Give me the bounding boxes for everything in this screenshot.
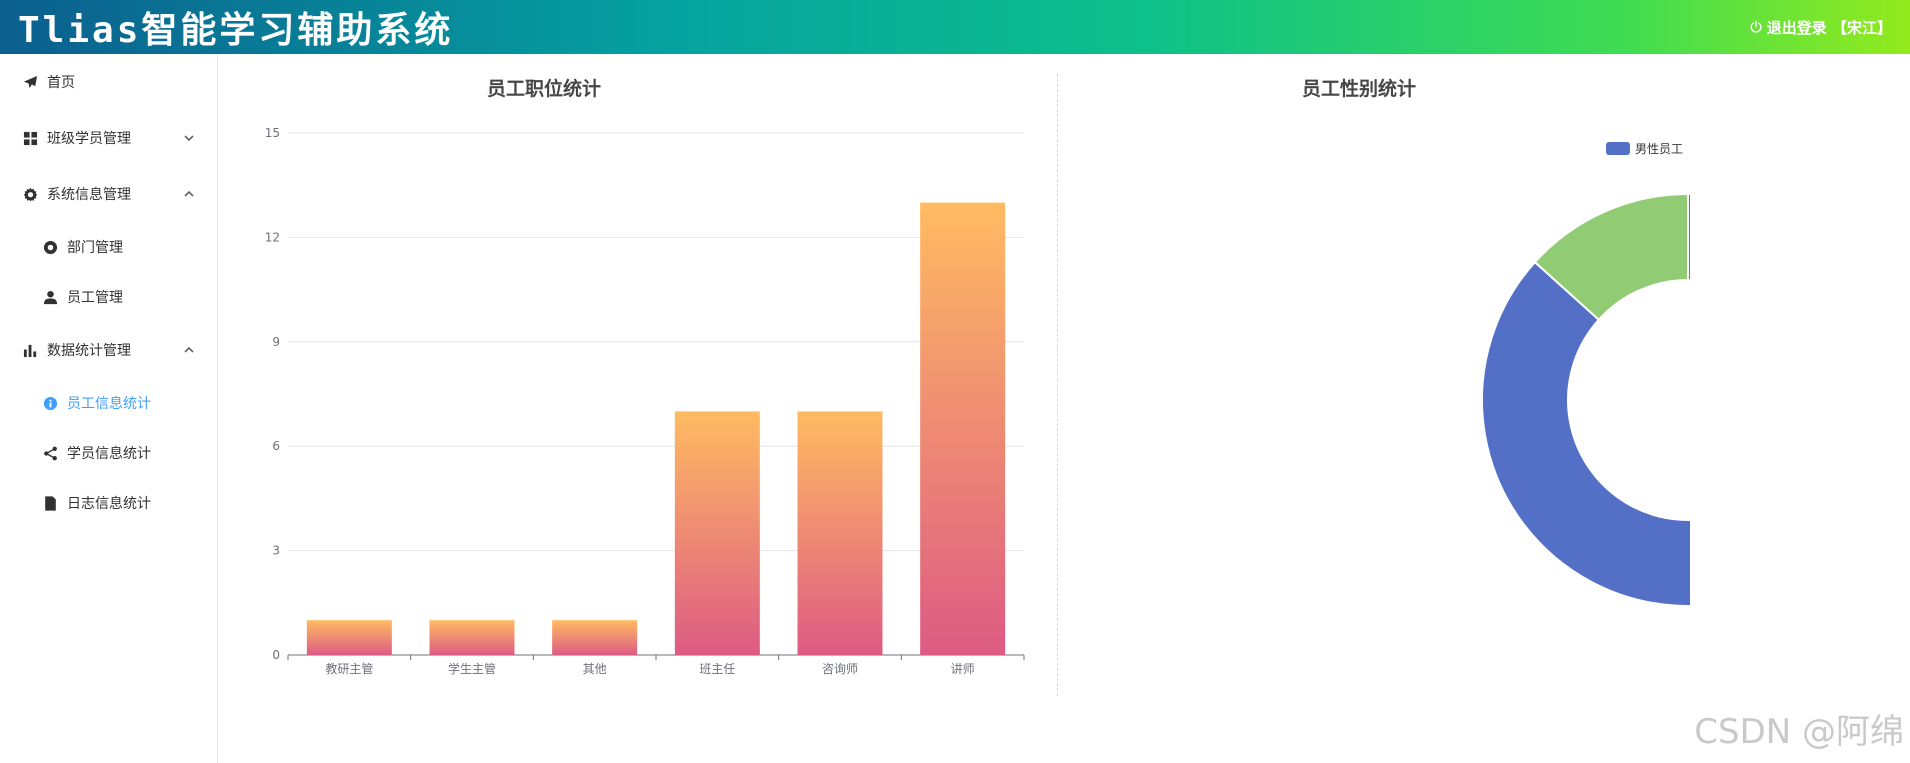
- sidebar-item-class-student[interactable]: 班级学员管理: [0, 118, 217, 158]
- bar[interactable]: [552, 620, 638, 655]
- sidebar-item-label: 员工管理: [67, 290, 123, 306]
- x-tick-label: 教研主管: [325, 661, 373, 676]
- x-tick-label: 班主任: [699, 662, 735, 676]
- sidebar-item-department[interactable]: 部门管理: [0, 227, 217, 267]
- gear-icon: [22, 186, 38, 202]
- grid-icon: [22, 130, 38, 146]
- main-content: 员工职位统计 员工性别统计 0 3 6 9 12 15 教研主管 学生主管 其他 班主任 咨询师 讲师…: [219, 54, 1910, 763]
- bar[interactable]: [306, 620, 392, 655]
- sidebar-item-label: 首页: [47, 75, 75, 91]
- gender-donut-chart: 男性员工女性员工: [1481, 142, 1690, 607]
- y-tick-label: 6: [272, 439, 280, 453]
- sidebar-item-label: 员工信息统计: [67, 396, 151, 412]
- y-tick-label: 15: [265, 126, 280, 140]
- logout-button[interactable]: 退出登录 【宋江】: [1749, 17, 1892, 38]
- x-tick-label: 学生主管: [448, 661, 496, 676]
- sidebar-item-home[interactable]: 首页: [0, 62, 217, 102]
- chevron-up-icon: [183, 188, 195, 200]
- sidebar-item-system[interactable]: 系统信息管理: [0, 174, 217, 214]
- sidebar-item-log-statistics[interactable]: 日志信息统计: [0, 483, 217, 523]
- sidebar-item-label: 部门管理: [67, 240, 123, 256]
- watermark: CSDN @阿绵: [1694, 712, 1904, 752]
- sidebar-item-employee-statistics[interactable]: 员工信息统计: [0, 383, 217, 423]
- sidebar-item-employee[interactable]: 员工管理: [0, 277, 217, 317]
- power-icon: [1750, 20, 1762, 33]
- help-circle-icon: [42, 239, 58, 255]
- bar[interactable]: [429, 620, 515, 655]
- chart-divider: [1057, 74, 1058, 696]
- sidebar-item-student-statistics[interactable]: 学员信息统计: [0, 433, 217, 473]
- legend-label[interactable]: 男性员工: [1635, 142, 1683, 156]
- bar[interactable]: [674, 411, 760, 655]
- y-tick-label: 3: [272, 544, 280, 558]
- sidebar: 首页 班级学员管理 系统信息管理 部门管理 员工管理 数据统计管理 员工信息统计…: [0, 54, 218, 763]
- chevron-down-icon: [183, 132, 195, 144]
- y-tick-label: 9: [272, 335, 280, 349]
- x-tick-label: 其他: [583, 662, 607, 676]
- user-icon: [42, 289, 58, 305]
- chevron-up-icon: [183, 344, 195, 356]
- x-tick-label: 讲师: [951, 661, 975, 676]
- sidebar-item-label: 学员信息统计: [67, 446, 151, 462]
- sidebar-item-label: 班级学员管理: [47, 131, 131, 147]
- x-tick-label: 咨询师: [822, 661, 858, 676]
- bar-chart-icon: [22, 342, 38, 358]
- app-header: Tlias智能学习辅助系统 退出登录 【宋江】: [0, 0, 1910, 54]
- sidebar-item-label: 数据统计管理: [47, 343, 131, 359]
- logout-label: 退出登录 【宋江】: [1766, 18, 1892, 37]
- sidebar-item-label: 日志信息统计: [67, 496, 151, 512]
- sidebar-item-statistics[interactable]: 数据统计管理: [0, 330, 217, 370]
- bar[interactable]: [920, 202, 1006, 655]
- app-title: Tlias智能学习辅助系统: [18, 10, 454, 51]
- document-icon: [42, 495, 58, 511]
- share-icon: [42, 445, 58, 461]
- sidebar-item-label: 系统信息管理: [47, 187, 131, 203]
- legend-swatch[interactable]: [1606, 142, 1630, 155]
- bar[interactable]: [797, 411, 883, 655]
- info-icon: [42, 395, 58, 411]
- y-tick-label: 12: [265, 230, 280, 244]
- y-tick-label: 0: [272, 648, 280, 662]
- paper-plane-icon: [22, 74, 38, 90]
